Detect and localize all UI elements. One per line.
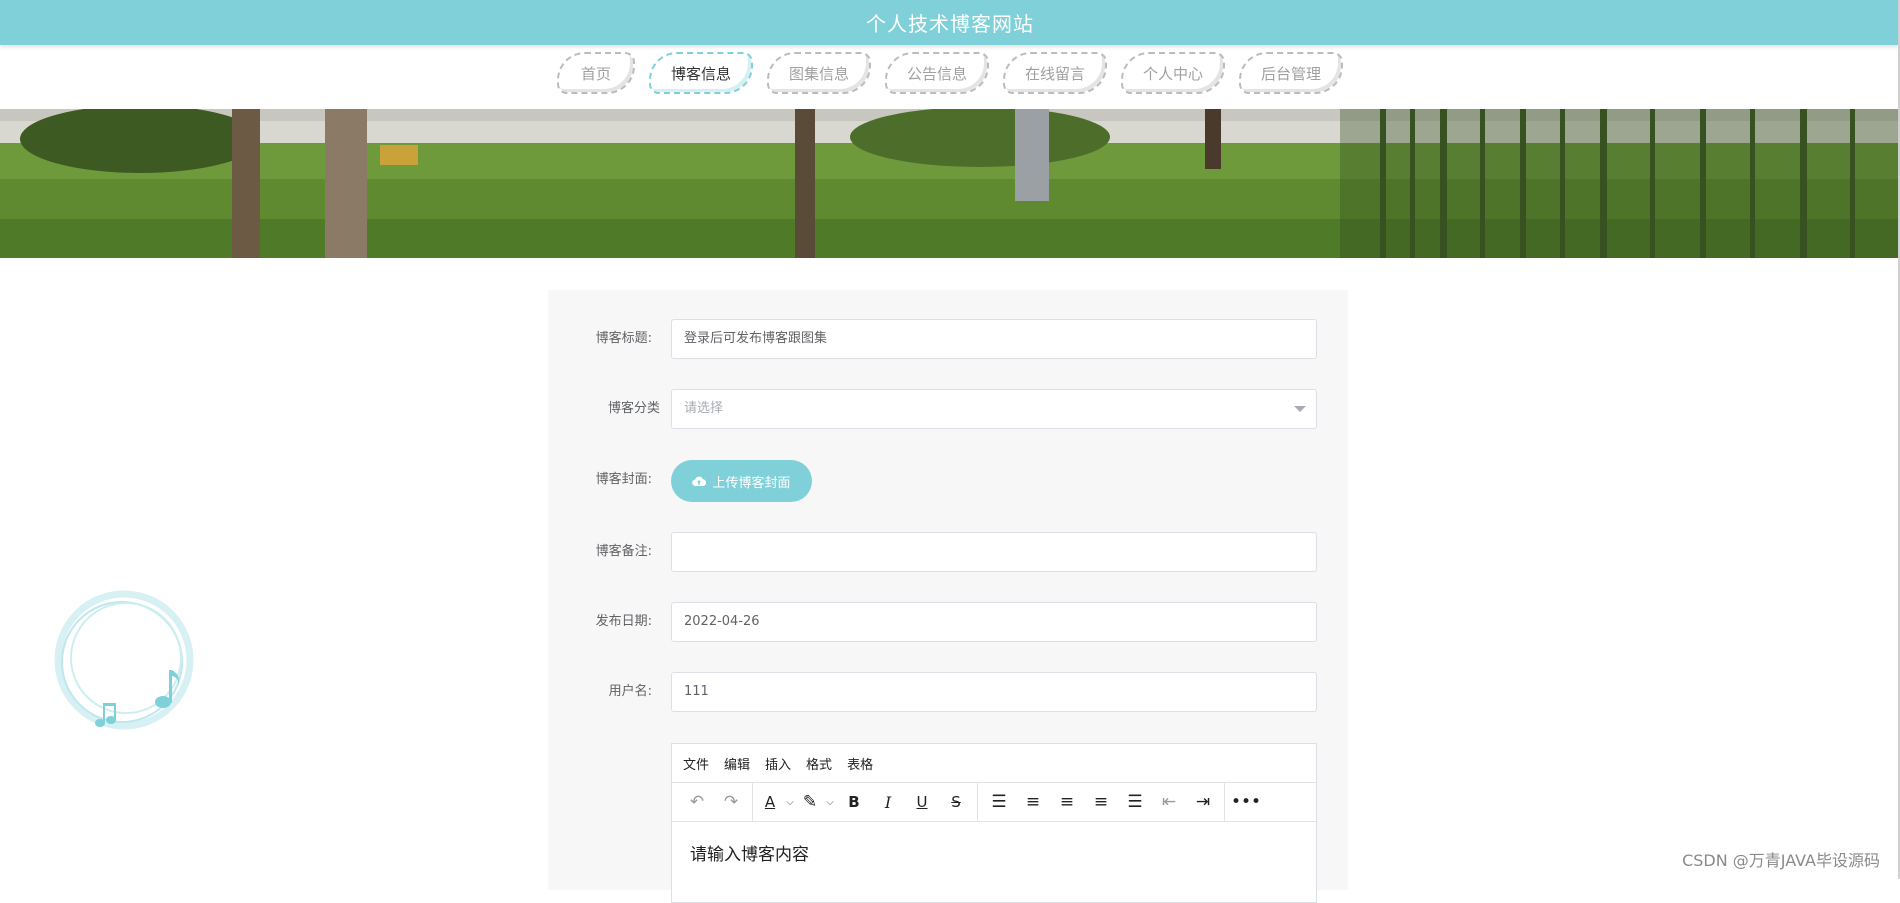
underline-icon[interactable]: U [905,783,939,821]
text-color-chevron-icon[interactable]: ⌵ [783,783,797,821]
blog-title-input[interactable]: 登录后可发布博客跟图集 [671,319,1317,359]
editor-placeholder: 请输入博客内容 [690,845,809,865]
editor-toolbar: ↶ ↷ A ⌵ ✎ ⌵ B I U S ☰ ≡ ≡ ≡ ☰ ⇤ ⇥ ••• [672,783,1316,822]
username-label: 用户名: [608,684,652,699]
nav-item-home[interactable]: 首页 [557,52,635,94]
content-editor: 文件 编辑 插入 格式 表格 ↶ ↷ A ⌵ ✎ ⌵ B I U S ☰ ≡ ≡… [671,743,1317,903]
category-row: 博客分类 请选择 [548,389,1348,429]
menu-format[interactable]: 格式 [806,754,832,773]
align-right-icon[interactable]: ≡ [1084,783,1118,821]
nav-item-blog-info[interactable]: 博客信息 [649,52,753,94]
site-title: 个人技术博客网站 [866,12,1034,36]
toolbar-divider [1224,783,1225,821]
indent-icon[interactable]: ⇥ [1186,783,1220,821]
redo-icon[interactable]: ↷ [714,783,748,821]
editor-content-area[interactable]: 请输入博客内容 [672,822,1316,883]
music-note-icon [54,590,194,730]
text-color-icon[interactable]: A [757,783,783,821]
blog-remark-input[interactable] [671,532,1317,572]
outdent-icon[interactable]: ⇤ [1152,783,1186,821]
nav-item-personal-center[interactable]: 个人中心 [1121,52,1225,94]
menu-table[interactable]: 表格 [847,754,873,773]
category-select-placeholder: 请选择 [684,401,724,416]
nav-item-gallery-info[interactable]: 图集信息 [767,52,871,94]
username-row: 用户名: 111 [548,672,1348,712]
menu-file[interactable]: 文件 [683,754,709,773]
banner-image [0,109,1900,258]
editor-menubar: 文件 编辑 插入 格式 表格 [672,744,1316,783]
highlight-icon[interactable]: ✎ [797,783,823,821]
date-row: 发布日期: 2022-04-26 [548,602,1348,642]
publish-date-input[interactable]: 2022-04-26 [671,602,1317,642]
username-input[interactable]: 111 [671,672,1317,712]
nav-item-admin[interactable]: 后台管理 [1239,52,1343,94]
align-center-icon[interactable]: ≡ [1050,783,1084,821]
nav-item-online-message[interactable]: 在线留言 [1003,52,1107,94]
title-label: 博客标题: [595,331,652,346]
menu-insert[interactable]: 插入 [765,754,791,773]
line-height-icon[interactable]: ☰ [982,783,1016,821]
category-label: 博客分类 [607,401,660,416]
nav-item-notice-info[interactable]: 公告信息 [885,52,989,94]
top-bar: 个人技术博客网站 [0,0,1900,45]
menu-edit[interactable]: 编辑 [724,754,750,773]
bold-icon[interactable]: B [837,783,871,821]
cloud-upload-icon [692,476,707,487]
blog-category-select[interactable]: 请选择 [671,389,1317,429]
strikethrough-icon[interactable]: S [939,783,973,821]
highlight-chevron-icon[interactable]: ⌵ [823,783,837,821]
main-nav: 首页 博客信息 图集信息 公告信息 在线留言 个人中心 后台管理 [0,52,1900,98]
upload-cover-button[interactable]: 上传博客封面 [671,460,812,502]
toolbar-divider [977,783,978,821]
more-icon[interactable]: ••• [1229,783,1263,821]
remark-row: 博客备注: [548,532,1348,572]
music-player-widget[interactable] [48,590,203,735]
upload-cover-label: 上传博客封面 [712,475,791,491]
align-justify-icon[interactable]: ☰ [1118,783,1152,821]
undo-icon[interactable]: ↶ [680,783,714,821]
chevron-down-icon [1294,406,1306,412]
date-label: 发布日期: [595,614,652,629]
cover-label: 博客封面: [595,472,652,487]
csdn-watermark: CSDN @万青JAVA毕设源码 [1682,851,1880,870]
align-left-icon[interactable]: ≡ [1016,783,1050,821]
blog-form-card: 博客标题: 登录后可发布博客跟图集 博客分类 请选择 博客封面: 上传博客封面 … [548,290,1348,903]
remark-label: 博客备注: [595,544,652,559]
banner-scene [0,109,1900,258]
title-row: 博客标题: 登录后可发布博客跟图集 [548,319,1348,359]
italic-icon[interactable]: I [871,783,905,821]
cover-row: 博客封面: 上传博客封面 [548,460,1348,502]
toolbar-divider [752,783,753,821]
